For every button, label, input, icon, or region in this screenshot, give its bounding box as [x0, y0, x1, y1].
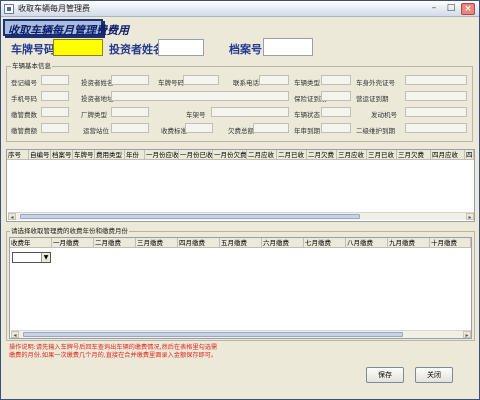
info-label-vehicle-type: 车辆类型	[294, 79, 320, 87]
title-bar: 收取车辆每月管理费 – □ ×	[1, 1, 479, 17]
grid2-header-feb[interactable]: 二月缴费	[94, 238, 136, 248]
info-label-body-no: 车身外壳证号	[356, 79, 395, 87]
info-field-status[interactable]	[321, 107, 351, 117]
chevron-down-icon[interactable]: ▼	[41, 253, 50, 262]
fee-records-grid[interactable]: 序号 自编号 档案号 车牌号 费用类型 年份 一月份应收 一月份已收 一月份欠费…	[6, 149, 475, 222]
info-field-fee-count[interactable]	[41, 107, 69, 117]
info-field-fee-amount[interactable]	[41, 123, 69, 133]
grid1-header-mar-owed[interactable]: 三月欠费	[397, 150, 431, 160]
info-field-inspection[interactable]	[321, 123, 351, 133]
app-icon	[4, 4, 14, 14]
info-label-arrears: 欠费总额	[228, 127, 254, 135]
info-label-mobile: 手机号码	[11, 95, 37, 103]
info-field-reg-no[interactable]	[41, 75, 69, 85]
grid1-header-index[interactable]: 序号	[7, 150, 29, 160]
archive-label: 档案号:	[229, 43, 267, 56]
grid1-header-self-no[interactable]: 自编号	[29, 150, 51, 160]
month-payment-grid[interactable]: 收费年 一月缴费 二月缴费 三月缴费 四月缴费 五月缴费 六月缴费 七月缴费 八…	[9, 237, 472, 339]
info-label-operation-cert: 营运证到期	[356, 95, 389, 103]
main-window: 收取车辆每月管理费 – □ × 收取车辆每月管理费费用 车牌号码: 投资者姓名:…	[0, 0, 480, 400]
archive-number-input[interactable]	[263, 38, 313, 56]
scroll-right-arrow-icon[interactable]: ▸	[463, 331, 471, 339]
save-button[interactable]: 保存	[366, 367, 404, 383]
grid1-header-feb-paid[interactable]: 二月已收	[277, 150, 307, 160]
info-label-brand: 厂牌类型	[81, 111, 107, 119]
page-banner: 收取车辆每月管理费费用	[3, 19, 129, 37]
info-field-frame-no[interactable]	[211, 107, 289, 117]
info-label-station: 运营站位	[83, 127, 109, 135]
info-label-inspection: 年审到期	[294, 127, 320, 135]
info-label-address: 投资者地址	[81, 95, 114, 103]
info-field-plate[interactable]	[183, 75, 219, 85]
info-field-fee-standard[interactable]	[185, 123, 213, 133]
vehicle-info-title: 车辆基本信息	[11, 60, 52, 70]
grid2-header-jun[interactable]: 六月缴费	[262, 238, 304, 248]
scroll-right-arrow-icon[interactable]: ▸	[466, 213, 474, 221]
grid2-header-may[interactable]: 五月缴费	[220, 238, 262, 248]
grid2-header-jul[interactable]: 七月缴费	[304, 238, 346, 248]
grid1-header-year[interactable]: 年份	[125, 150, 145, 160]
grid1-header-mar-paid[interactable]: 三月已收	[367, 150, 397, 160]
grid2-scroll-thumb[interactable]	[23, 332, 403, 337]
grid1-horizontal-scrollbar[interactable]: ◂ ▸	[8, 212, 474, 221]
year-month-title: 请选择收取管理费的收费年份和缴费月份	[10, 225, 129, 235]
year-select[interactable]: ▼	[12, 252, 51, 263]
info-label-engine-no: 发动机号	[371, 111, 397, 119]
info-field-operation-cert[interactable]	[405, 91, 467, 101]
banner-text: 收取车辆每月管理费费用	[8, 24, 129, 37]
info-label-fee-amount: 缴管费额	[11, 127, 37, 135]
grid1-header-jan-paid[interactable]: 一月份已收	[179, 150, 213, 160]
grid2-header-sep[interactable]: 九月缴费	[388, 238, 430, 248]
grid2-header-jan[interactable]: 一月缴费	[52, 238, 94, 248]
grid2-header-mar[interactable]: 三月缴费	[136, 238, 178, 248]
grid1-header-apr-partial[interactable]: 四	[465, 150, 474, 160]
close-button[interactable]: 关闭	[415, 367, 453, 383]
info-label-investor: 投资者姓名	[81, 79, 114, 87]
info-label-status: 车辆状态	[294, 111, 320, 119]
info-label-frame-no: 车架号	[186, 111, 206, 119]
info-label-phone: 联系电话	[233, 79, 259, 87]
grid1-header-fee-type[interactable]: 费用类型	[95, 150, 125, 160]
minimize-button[interactable]: –	[427, 3, 441, 15]
info-field-address[interactable]	[111, 91, 289, 101]
grid2-header-aug[interactable]: 八月缴费	[346, 238, 388, 248]
window-title: 收取车辆每月管理费	[18, 4, 90, 13]
info-field-vehicle-type[interactable]	[321, 75, 351, 85]
info-field-maintenance[interactable]	[405, 123, 467, 133]
grid1-header-feb-due[interactable]: 二月应收	[247, 150, 277, 160]
grid1-header-jan-due[interactable]: 一月份应收	[145, 150, 179, 160]
info-field-arrears[interactable]	[253, 123, 289, 133]
grid2-header-oct[interactable]: 十月缴费	[430, 238, 471, 248]
info-field-station[interactable]	[111, 123, 149, 133]
grid2-header-year[interactable]: 收费年	[10, 238, 52, 248]
info-field-insurance[interactable]	[321, 91, 351, 101]
close-window-button[interactable]: ×	[461, 3, 475, 15]
info-label-fee-standard: 收费标准	[161, 127, 187, 135]
info-field-investor[interactable]	[111, 75, 149, 85]
grid1-header-feb-owed[interactable]: 二月欠费	[307, 150, 337, 160]
operation-hint: 操作说明:请先输入车牌号后回车查询出车辆的缴费情况,然后在表格里勾选需缴费的月份…	[9, 344, 218, 359]
grid1-header-archive[interactable]: 档案号	[51, 150, 73, 160]
grid1-header-apr-due[interactable]: 四月应收	[431, 150, 465, 160]
grid2-header-apr[interactable]: 四月缴费	[178, 238, 220, 248]
info-label-plate: 车牌号码	[158, 79, 184, 87]
grid1-header-plate[interactable]: 车牌号	[73, 150, 95, 160]
grid2-horizontal-scrollbar[interactable]: ◂ ▸	[11, 330, 471, 339]
info-label-fee-count: 缴管费数	[11, 111, 37, 119]
info-label-maintenance: 二级维护到期	[356, 127, 395, 135]
grid1-scroll-thumb[interactable]	[20, 214, 360, 219]
scroll-left-arrow-icon[interactable]: ◂	[11, 331, 19, 339]
info-field-engine-no[interactable]	[405, 107, 467, 117]
info-label-reg-no: 登记编号	[11, 79, 37, 87]
grid1-header-jan-owed[interactable]: 一月份欠费	[213, 150, 247, 160]
info-field-brand[interactable]	[111, 107, 149, 117]
scroll-left-arrow-icon[interactable]: ◂	[8, 213, 16, 221]
info-field-mobile[interactable]	[41, 91, 69, 101]
investor-name-input[interactable]	[158, 39, 204, 56]
info-field-phone[interactable]	[259, 75, 289, 85]
info-field-body-no[interactable]	[405, 75, 467, 85]
maximize-button[interactable]: □	[444, 3, 458, 15]
grid1-header-mar-due[interactable]: 三月应收	[337, 150, 367, 160]
plate-input[interactable]	[53, 39, 103, 56]
